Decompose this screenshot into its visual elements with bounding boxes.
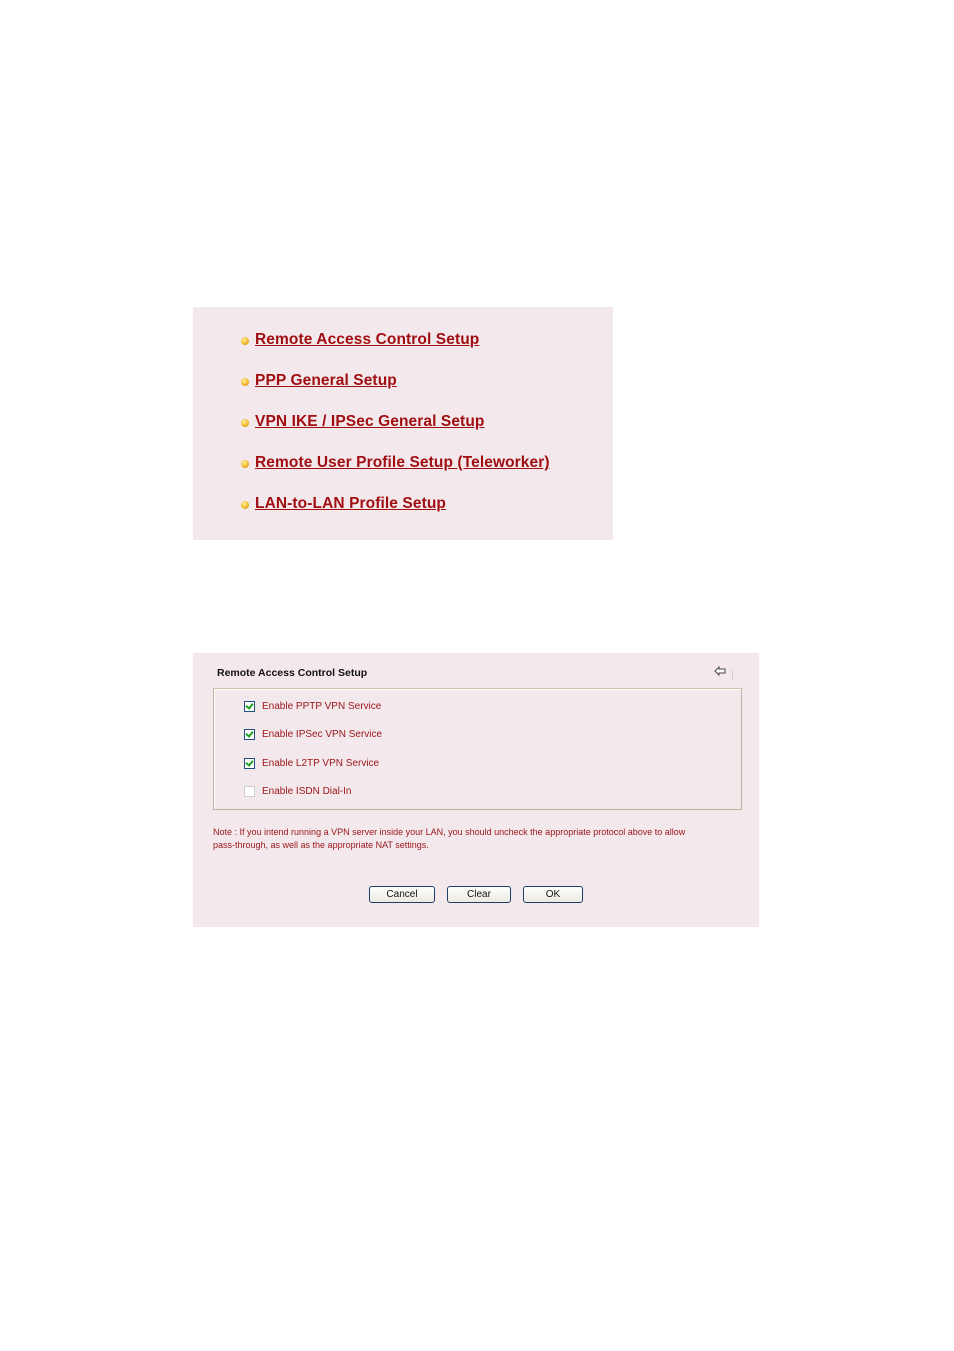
option-ipsec[interactable]: Enable IPSec VPN Service: [244, 729, 382, 740]
orange-dot-bullet-icon: [241, 378, 249, 386]
back-arrow-icon[interactable]: [714, 666, 726, 676]
cancel-button[interactable]: Cancel: [369, 886, 435, 903]
note-line-1: Note : If you intend running a VPN serve…: [213, 827, 686, 837]
isdn-checkbox[interactable]: [244, 786, 255, 797]
menu-item-remote-user-profile[interactable]: Remote User Profile Setup (Teleworker): [241, 454, 550, 472]
orange-dot-bullet-icon: [241, 501, 249, 509]
note-line-2: pass-through, as well as the appropriate…: [213, 840, 429, 850]
menu-item-remote-access-control[interactable]: Remote Access Control Setup: [241, 331, 479, 349]
vpn-services-group: Enable PPTP VPN Service Enable IPSec VPN…: [213, 688, 742, 810]
panel-title: Remote Access Control Setup: [217, 667, 368, 679]
ipsec-label: Enable IPSec VPN Service: [262, 729, 383, 740]
menu-item-ppp-general[interactable]: PPP General Setup: [241, 372, 397, 390]
pptp-label: Enable PPTP VPN Service: [262, 701, 382, 712]
remote-user-profile-setup-link[interactable]: Remote User Profile Setup (Teleworker): [255, 454, 550, 472]
pptp-checkbox[interactable]: [244, 701, 255, 712]
l2tp-label: Enable L2TP VPN Service: [262, 758, 380, 769]
menu-item-lan-to-lan-profile[interactable]: LAN-to-LAN Profile Setup: [241, 495, 446, 513]
ipsec-checkbox[interactable]: [244, 729, 255, 740]
vpn-ike-ipsec-general-setup-link[interactable]: VPN IKE / IPSec General Setup: [255, 413, 484, 431]
remote-access-control-panel: Remote Access Control Setup Enable PPTP …: [193, 653, 759, 927]
lan-to-lan-profile-setup-link[interactable]: LAN-to-LAN Profile Setup: [255, 495, 446, 513]
option-l2tp[interactable]: Enable L2TP VPN Service: [244, 758, 379, 769]
orange-dot-bullet-icon: [241, 460, 249, 468]
option-pptp[interactable]: Enable PPTP VPN Service: [244, 701, 381, 712]
orange-dot-bullet-icon: [241, 337, 249, 345]
note-text: Note : If you intend running a VPN serve…: [213, 826, 743, 852]
ok-button[interactable]: OK: [523, 886, 583, 903]
clear-button[interactable]: Clear: [447, 886, 511, 903]
menu-item-vpn-ike-ipsec[interactable]: VPN IKE / IPSec General Setup: [241, 413, 484, 431]
option-isdn[interactable]: Enable ISDN Dial-In: [244, 786, 351, 797]
orange-dot-bullet-icon: [241, 419, 249, 427]
isdn-label: Enable ISDN Dial-In: [262, 786, 352, 797]
ppp-general-setup-link[interactable]: PPP General Setup: [255, 372, 397, 390]
remote-access-control-setup-link[interactable]: Remote Access Control Setup: [255, 331, 479, 349]
title-separator: [732, 669, 733, 681]
l2tp-checkbox[interactable]: [244, 758, 255, 769]
setup-menu-panel: Remote Access Control Setup PPP General …: [193, 307, 613, 540]
